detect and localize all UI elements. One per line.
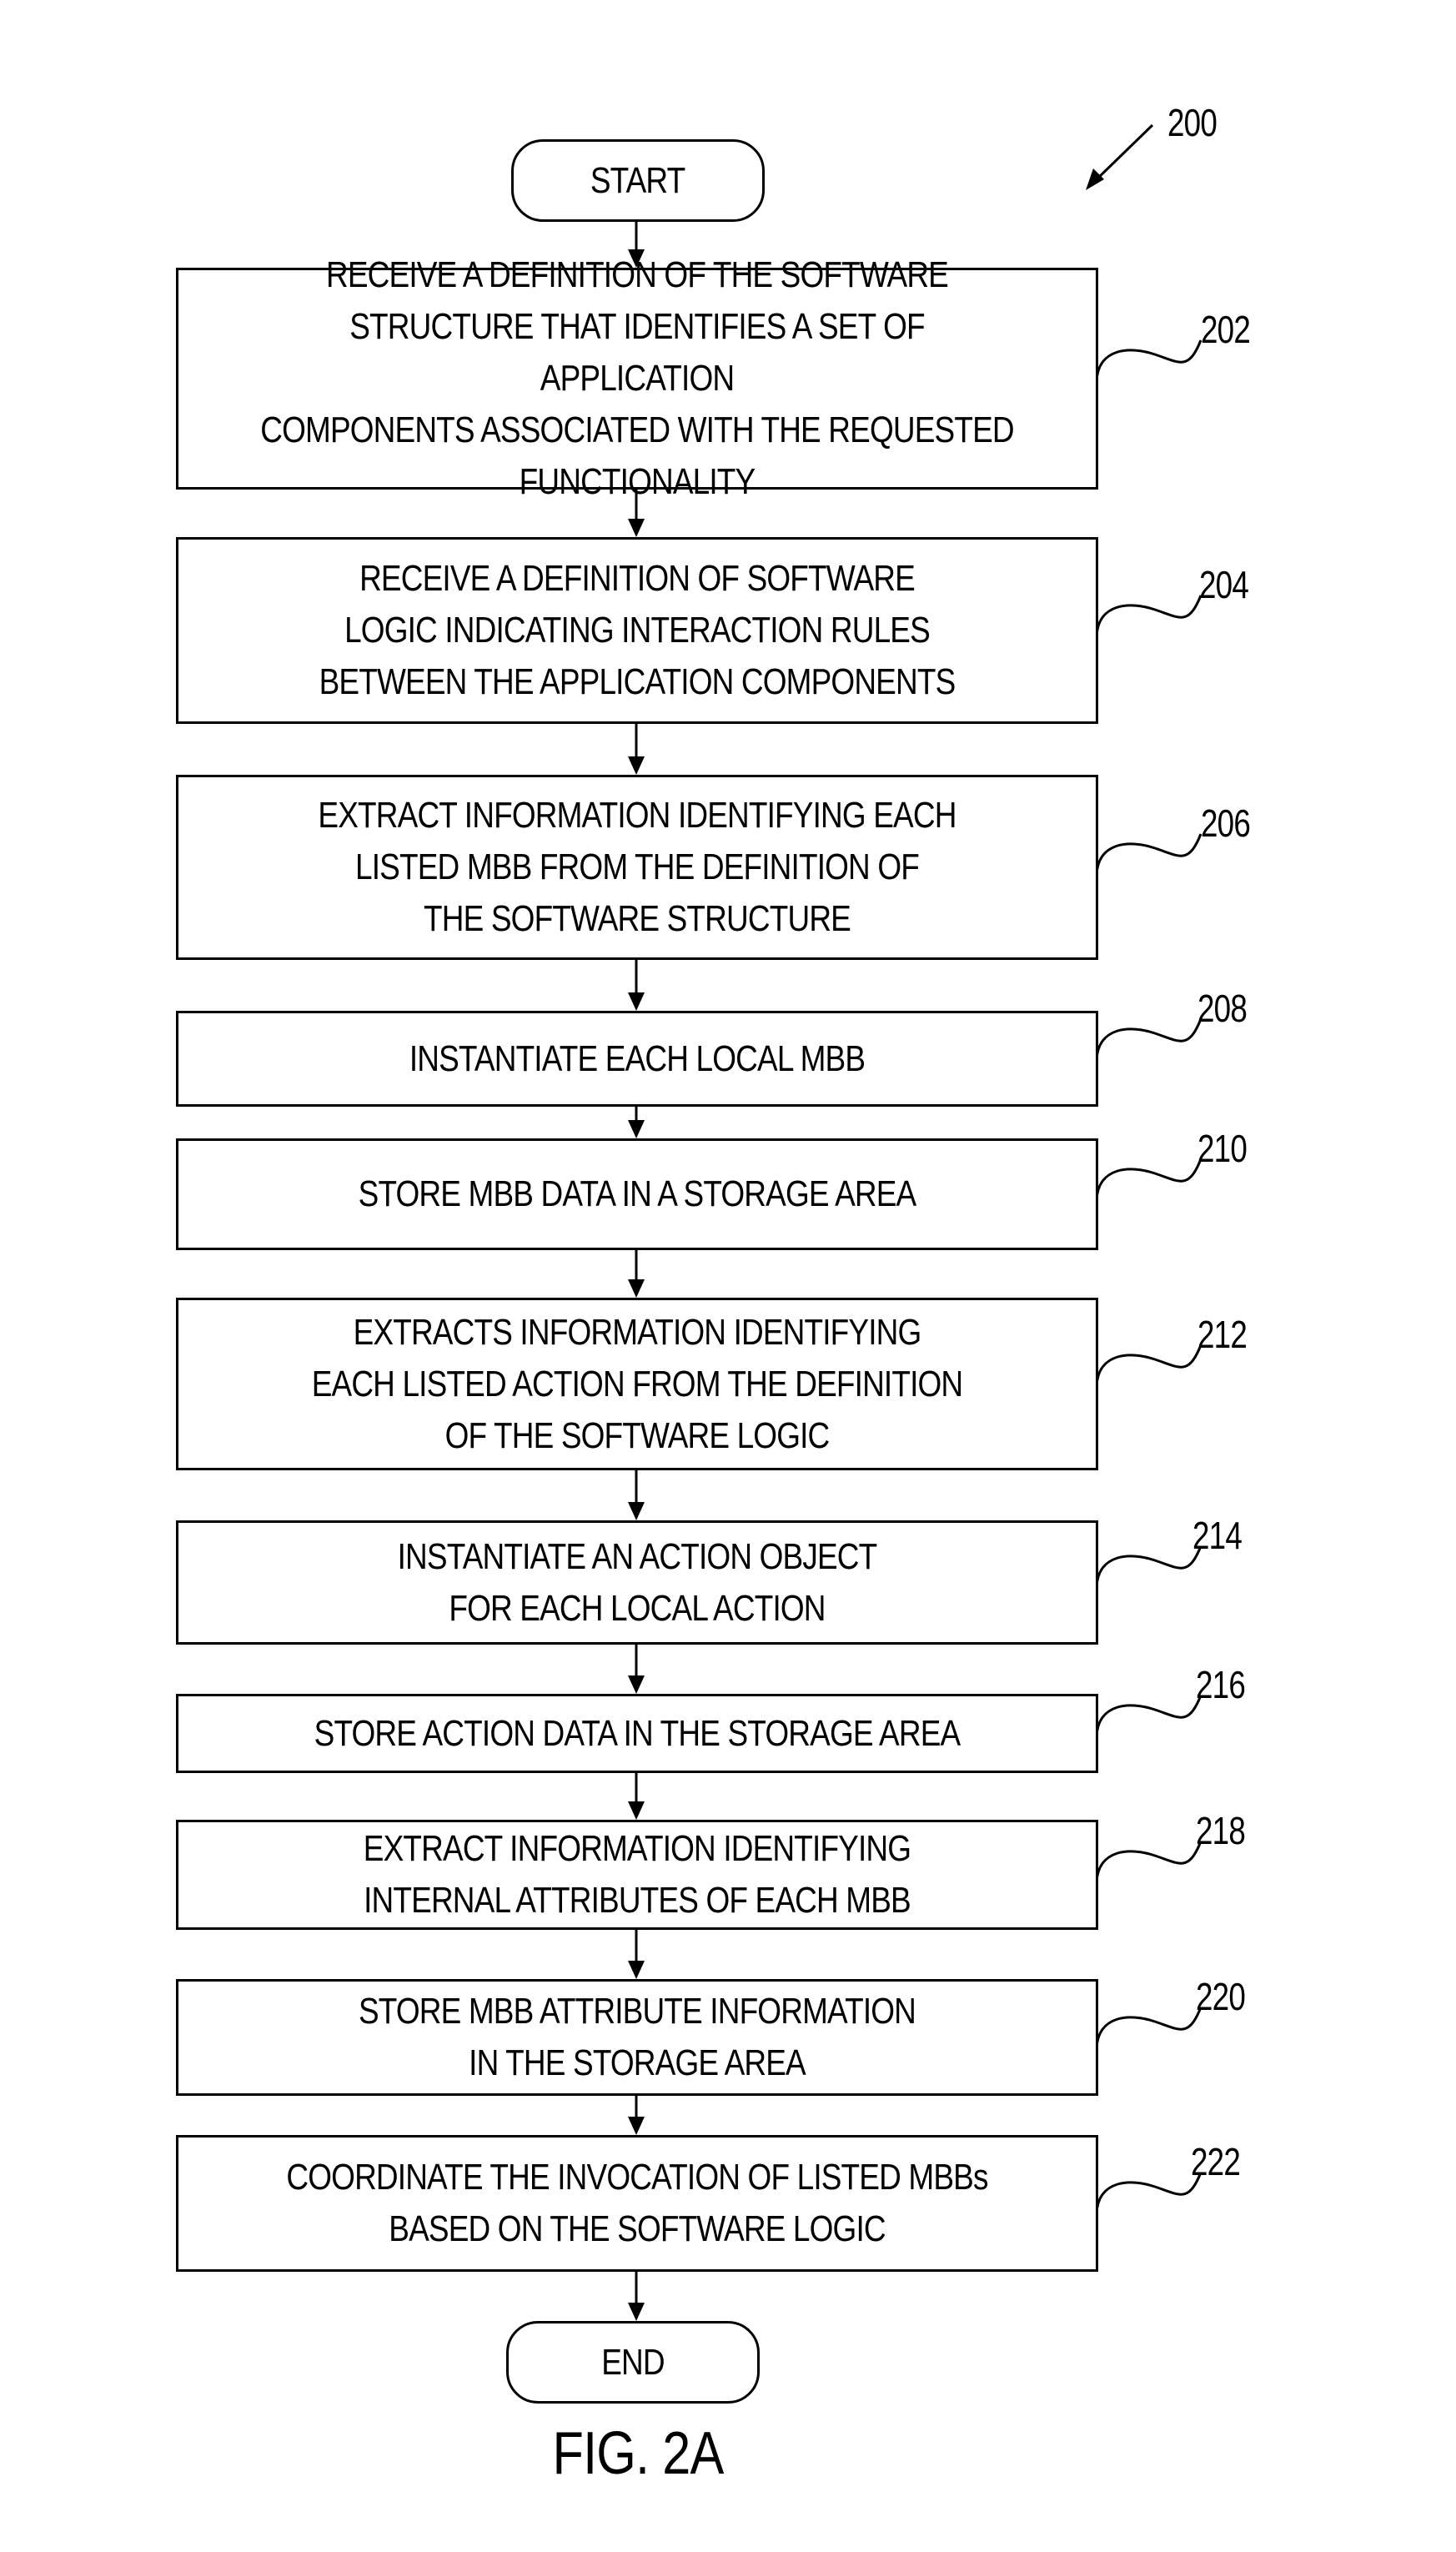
step-220: STORE MBB ATTRIBUTE INFORMATION IN THE S… [176,1979,1098,2096]
flow-arrow [628,724,645,775]
ref-label-204: 204 [1199,563,1249,606]
step-212: EXTRACTS INFORMATION IDENTIFYING EACH LI… [176,1298,1098,1470]
flow-arrow [628,2272,645,2321]
figure-reference-numeral: 200 [1167,101,1218,144]
reference-leader-line [1095,339,1202,382]
reference-leader-line [1095,1841,1202,1883]
flow-arrow [628,1107,645,1138]
step-214: INSTANTIATE AN ACTION OBJECT FOR EACH LO… [176,1520,1098,1645]
step-202: RECEIVE A DEFINITION OF THE SOFTWARE STR… [176,254,1098,502]
flow-arrow [628,960,645,1011]
flow-arrow [628,1470,645,1520]
ref-label-214: 214 [1192,1514,1243,1557]
flow-arrow [628,1930,645,1979]
ref-label-220: 220 [1196,1975,1246,2018]
reference-leader-line [1095,1344,1202,1387]
step-214-text: INSTANTIATE AN ACTION OBJECT FOR EACH LO… [397,1535,878,1629]
step-208-text: INSTANTIATE EACH LOCAL MBB [409,1037,866,1079]
step-222-text: COORDINATE THE INVOCATION OF LISTED MBBs… [286,2157,988,2249]
ref-label-210: 210 [1197,1127,1248,1170]
reference-leader-line [1095,1545,1202,1588]
step-216: STORE ACTION DATA IN THE STORAGE AREA [176,1694,1098,1773]
step-210-text: STORE MBB DATA IN A STORAGE AREA [358,1173,917,1214]
end-label: END [601,2341,665,2383]
reference-leader-line [1095,2172,1202,2214]
step-208: INSTANTIATE EACH LOCAL MBB [176,1011,1098,1107]
figure-caption: FIG. 2A [552,2420,725,2487]
ref-label-222: 222 [1191,2140,1241,2183]
ref-label-218: 218 [1196,1809,1246,1852]
ref-label-216: 216 [1196,1663,1246,1706]
flow-arrow [628,1645,645,1694]
reference-leader-line [1095,1158,1202,1201]
step-212-text: EXTRACTS INFORMATION IDENTIFYING EACH LI… [311,1311,963,1456]
step-202-text: RECEIVE A DEFINITION OF THE SOFTWARE STR… [260,254,1014,502]
flow-arrow [628,1250,645,1298]
step-206-text: EXTRACT INFORMATION IDENTIFYING EACH LIS… [318,795,956,939]
step-210: STORE MBB DATA IN A STORAGE AREA [176,1138,1098,1250]
figure-pointer-arrow [1086,123,1154,190]
flow-arrow [628,2096,645,2135]
step-204-text: RECEIVE A DEFINITION OF SOFTWARE LOGIC I… [319,558,956,702]
ref-label-208: 208 [1197,987,1248,1030]
start-terminal: START [511,139,765,222]
step-204: RECEIVE A DEFINITION OF SOFTWARE LOGIC I… [176,537,1098,724]
reference-leader-line [1095,1695,1202,1737]
flow-arrow [628,1773,645,1820]
ref-label-212: 212 [1197,1313,1248,1356]
step-218: EXTRACT INFORMATION IDENTIFYING INTERNAL… [176,1820,1098,1930]
reference-leader-line [1095,595,1202,637]
flowchart-diagram: 200 START RECEIVE A DEFINITION OF THE SO… [0,0,1456,2552]
step-218-text: EXTRACT INFORMATION IDENTIFYING INTERNAL… [363,1828,911,1921]
reference-leader-line [1095,1018,1202,1061]
step-222: COORDINATE THE INVOCATION OF LISTED MBBs… [176,2135,1098,2272]
reference-leader-line [1095,2007,1202,2049]
start-label: START [590,159,685,201]
step-206: EXTRACT INFORMATION IDENTIFYING EACH LIS… [176,775,1098,960]
end-terminal: END [506,2321,760,2404]
ref-label-206: 206 [1201,801,1251,845]
reference-leader-line [1095,833,1202,876]
ref-label-202: 202 [1201,308,1251,351]
step-216-text: STORE ACTION DATA IN THE STORAGE AREA [314,1712,961,1754]
step-220-text: STORE MBB ATTRIBUTE INFORMATION IN THE S… [358,1991,916,2083]
